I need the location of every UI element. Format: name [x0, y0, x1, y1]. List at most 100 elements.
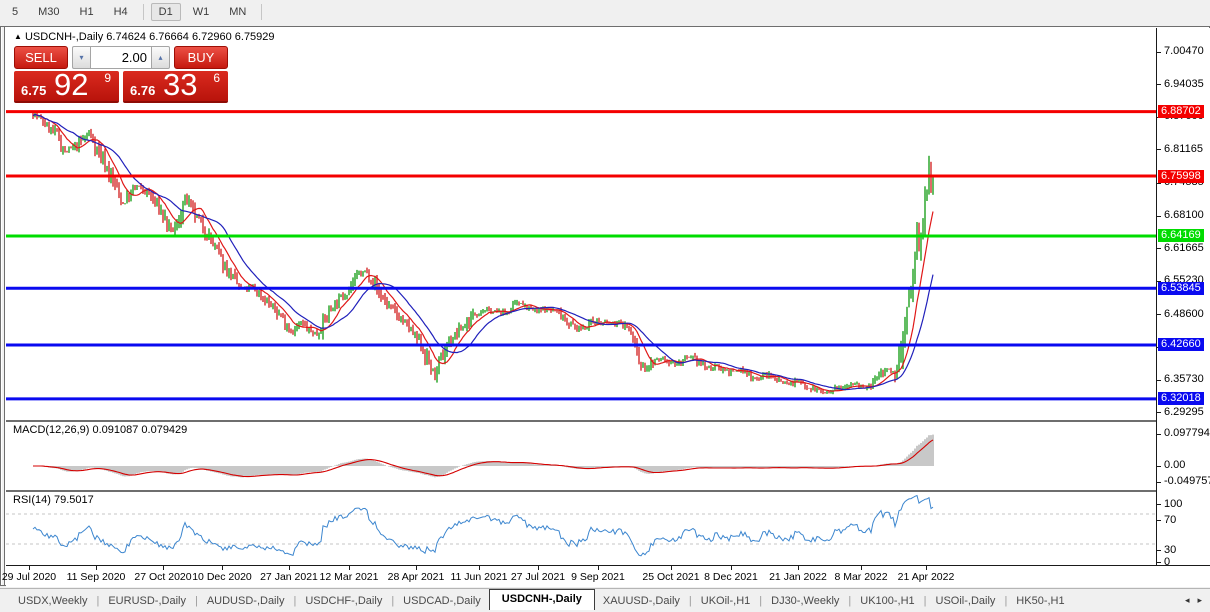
time-axis-date-label: 9 Sep 2021 — [563, 571, 633, 583]
timeframe-button-h4[interactable]: H4 — [106, 3, 136, 21]
sell-button[interactable]: SELL — [14, 46, 68, 69]
time-axis-tick-mark — [671, 566, 672, 570]
price-level-badge: 6.42660 — [1158, 338, 1204, 351]
volume-increase-button[interactable]: ▴ — [151, 46, 170, 69]
rsi-label: RSI(14) 79.5017 — [13, 494, 94, 506]
price-axis-tick-mark — [1157, 183, 1161, 184]
price-axis-tick-mark — [1157, 84, 1161, 85]
price-axis-tick: 7.00470 — [1164, 45, 1204, 57]
tab-usdcnh-daily[interactable]: USDCNH-,Daily — [489, 589, 595, 610]
price-axis-tick: 6.29295 — [1164, 406, 1204, 418]
rsi-axis-tick: 100 — [1164, 498, 1182, 510]
timeframe-toolbar: 5M30 H1H4 D1W1MN — [0, 0, 1210, 24]
buy-price-big: 33 — [163, 67, 197, 103]
tab-hk50-h1[interactable]: HK50-,H1 — [1008, 592, 1072, 610]
rsi-axis-tick-mark — [1157, 550, 1161, 551]
tab-usdx-weekly[interactable]: USDX,Weekly — [10, 592, 95, 610]
time-axis-date-label: 21 Apr 2022 — [891, 571, 961, 583]
time-axis-tick-mark — [163, 566, 164, 570]
time-axis-tick-mark — [598, 566, 599, 570]
macd-axis-tick: 0.00 — [1164, 459, 1185, 471]
timeframe-button-d1[interactable]: D1 — [151, 3, 181, 21]
symbol-tab-bar: USDX,Weekly|EURUSD-,Daily|AUDUSD-,Daily|… — [0, 588, 1210, 612]
time-axis-tick-mark — [861, 566, 862, 570]
price-axis-tick: 6.81165 — [1164, 143, 1203, 155]
tab-audusd-daily[interactable]: AUDUSD-,Daily — [199, 592, 293, 610]
volume-input[interactable] — [91, 46, 151, 69]
macd-label: MACD(12,26,9) 0.091087 0.079429 — [13, 424, 187, 436]
ohlc-open: 6.74624 — [106, 31, 146, 43]
tab-scroll-left-icon[interactable]: ◂ — [1181, 595, 1194, 605]
symbol-period-label: USDCNH-,Daily — [25, 31, 103, 43]
chart-window: ▲ USDCNH-,Daily 6.74624 6.76664 6.72960 … — [0, 26, 1210, 586]
time-axis-tick-mark — [538, 566, 539, 570]
collapse-icon[interactable]: ▲ — [14, 32, 22, 41]
price-axis-tick-mark — [1157, 216, 1161, 217]
volume-decrease-button[interactable]: ▾ — [72, 46, 91, 69]
price-axis-tick-mark — [1157, 248, 1161, 249]
price-axis-tick: 6.61665 — [1164, 242, 1204, 254]
ohlc-high: 6.76664 — [149, 31, 189, 43]
price-axis-tick: 6.68100 — [1164, 209, 1204, 221]
timeframe-button-h1[interactable]: H1 — [72, 3, 102, 21]
tab-usoil-daily[interactable]: USOil-,Daily — [928, 592, 1004, 610]
macd-axis-tick-mark — [1157, 466, 1161, 467]
time-axis-tick-mark — [289, 566, 290, 570]
time-axis-tick-mark — [798, 566, 799, 570]
price-axis-tick: 6.48600 — [1164, 308, 1204, 320]
timeframe-button-w1[interactable]: W1 — [185, 3, 218, 21]
price-level-badge: 6.88702 — [1158, 105, 1204, 118]
chart-title: ▲ USDCNH-,Daily 6.74624 6.76664 6.72960 … — [14, 31, 275, 43]
tab-uk100-h1[interactable]: UK100-,H1 — [852, 592, 922, 610]
time-axis-date-label: 29 Jul 2020 — [0, 571, 64, 583]
time-axis-tick-mark — [479, 566, 480, 570]
rsi-axis-tick: 70 — [1164, 514, 1176, 526]
timeframe-button-5[interactable]: 5 — [4, 3, 26, 21]
tab-usdcad-daily[interactable]: USDCAD-,Daily — [395, 592, 489, 610]
rsi-canvas[interactable] — [6, 492, 1156, 565]
rsi-panel[interactable]: RSI(14) 79.5017 — [6, 492, 1210, 565]
price-level-badge: 6.64169 — [1158, 229, 1204, 242]
tab-scroll-right-icon[interactable]: ▸ — [1193, 595, 1206, 605]
time-axis-date-label: 28 Apr 2021 — [381, 571, 451, 583]
price-level-badge: 6.53845 — [1158, 282, 1204, 295]
buy-button[interactable]: BUY — [174, 46, 228, 69]
time-axis-date-label: 8 Mar 2022 — [826, 571, 896, 583]
time-axis-date-label: 21 Jan 2022 — [763, 571, 833, 583]
price-axis-tick: 6.94035 — [1164, 78, 1204, 90]
sell-price-prefix: 6.75 — [21, 83, 46, 98]
tab-dj30-weekly[interactable]: DJ30-,Weekly — [763, 592, 847, 610]
time-axis-date-label: 8 Dec 2021 — [696, 571, 766, 583]
timeframe-button-mn[interactable]: MN — [221, 3, 254, 21]
price-axis-tick-mark — [1157, 52, 1161, 53]
price-axis-tick-mark — [1157, 314, 1161, 315]
ohlc-close: 6.75929 — [235, 31, 275, 43]
time-axis-date-label: 11 Sep 2020 — [61, 571, 131, 583]
price-axis-tick: 6.35730 — [1164, 373, 1204, 385]
timeframe-button-m30[interactable]: M30 — [30, 3, 67, 21]
time-axis-date-label: 10 Dec 2020 — [187, 571, 257, 583]
tab-usdchf-daily[interactable]: USDCHF-,Daily — [297, 592, 390, 610]
macd-axis-tick: -0.049757 — [1164, 475, 1210, 487]
rsi-axis-tick: 0 — [1164, 556, 1170, 568]
time-axis: 29 Jul 202011 Sep 202027 Oct 202010 Dec … — [6, 565, 1210, 587]
macd-axis-tick-mark — [1157, 482, 1161, 483]
time-axis-tick-mark — [926, 566, 927, 570]
price-chart-panel[interactable]: ▲ USDCNH-,Daily 6.74624 6.76664 6.72960 … — [6, 28, 1210, 420]
time-axis-tick-mark — [416, 566, 417, 570]
price-level-badge: 6.75998 — [1158, 170, 1204, 183]
ohlc-low: 6.72960 — [192, 31, 232, 43]
toolbar-separator — [143, 4, 144, 20]
time-axis-date-label: 12 Mar 2021 — [314, 571, 384, 583]
tab-ukoil-h1[interactable]: UKOil-,H1 — [693, 592, 759, 610]
macd-axis-tick-mark — [1157, 434, 1161, 435]
macd-panel[interactable]: MACD(12,26,9) 0.091087 0.079429 — [6, 422, 1210, 490]
rsi-axis-tick-mark — [1157, 504, 1161, 505]
buy-quote-panel[interactable]: 6.76 33 6 — [123, 71, 228, 103]
time-axis-tick-mark — [349, 566, 350, 570]
rsi-axis-tick-mark — [1157, 520, 1161, 521]
sell-quote-panel[interactable]: 6.75 92 9 — [14, 71, 119, 103]
tab-xauusd-daily[interactable]: XAUUSD-,Daily — [595, 592, 688, 610]
tab-eurusd-daily[interactable]: EURUSD-,Daily — [100, 592, 194, 610]
price-axis-tick-mark — [1157, 412, 1161, 413]
